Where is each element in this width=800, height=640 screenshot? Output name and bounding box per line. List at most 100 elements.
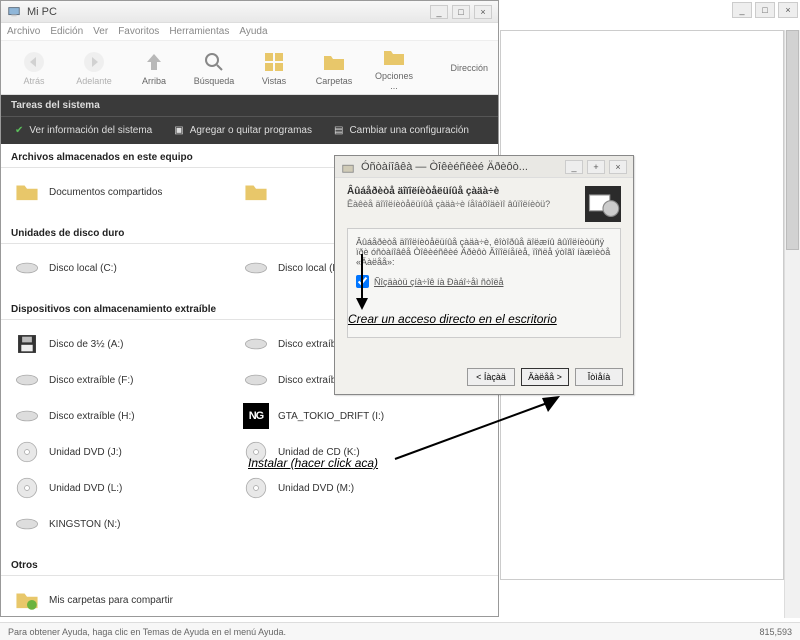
- share-folder-icon: [13, 586, 41, 614]
- maximize-button[interactable]: □: [452, 5, 470, 19]
- item-shared-docs[interactable]: Documentos compartidos: [11, 174, 240, 210]
- scrollbar-thumb[interactable]: [786, 30, 799, 250]
- item-dvd-j[interactable]: Unidad DVD (J:): [11, 434, 240, 470]
- search-icon: [202, 50, 226, 74]
- folders-icon: [322, 50, 346, 74]
- search-button[interactable]: Búsqueda: [191, 50, 237, 86]
- item-label: GTA_TOKIO_DRIFT (I:): [278, 411, 384, 422]
- close-button[interactable]: ×: [474, 5, 492, 19]
- dialog-titlebar: Óñòàíîâêà — Òîêèéñêèé Äðèôò... _ + ×: [335, 156, 633, 178]
- sysinfo-link[interactable]: ✔Ver información del sistema: [15, 125, 152, 136]
- item-disk-f[interactable]: Disco extraíble (F:): [11, 362, 240, 398]
- direction-label: Dirección: [450, 63, 488, 73]
- installer-icon: [341, 160, 355, 174]
- drive-icon: [13, 254, 41, 282]
- views-label: Vistas: [262, 76, 286, 86]
- dvd-icon: [13, 438, 41, 466]
- drive-icon: [13, 366, 41, 394]
- item-label: Mis carpetas para compartir: [49, 595, 173, 606]
- back-dialog-button[interactable]: < Íàçàä: [467, 368, 515, 386]
- system-tasks-header: Tareas del sistema: [1, 95, 498, 117]
- drive-icon: [242, 254, 270, 282]
- item-disk-h[interactable]: Disco extraíble (H:): [11, 398, 240, 434]
- forward-icon: [82, 50, 106, 74]
- floppy-icon: [13, 330, 41, 358]
- forward-label: Adelante: [76, 76, 112, 86]
- minimize-button[interactable]: _: [430, 5, 448, 19]
- item-label: Unidad DVD (M:): [278, 483, 354, 494]
- back-icon: [22, 50, 46, 74]
- statusbar: Para obtener Ayuda, haga clic en Temas d…: [0, 622, 800, 640]
- folder-icon: [242, 178, 270, 206]
- status-coords: 815,593: [759, 627, 792, 637]
- dialog-title: Óñòàíîâêà — Òîêèéñêèé Äðèôò...: [361, 161, 528, 173]
- ng-icon: NG: [242, 402, 270, 430]
- menu-archivo[interactable]: Archivo: [7, 26, 40, 37]
- menu-herramientas[interactable]: Herramientas: [169, 26, 229, 37]
- options-button[interactable]: Opciones ...: [371, 45, 417, 91]
- forward-button[interactable]: Adelante: [71, 50, 117, 86]
- item-label: Unidad DVD (L:): [49, 483, 122, 494]
- folder-icon: [13, 178, 41, 206]
- item-label: Disco extraíble (H:): [49, 411, 135, 422]
- item-kingston-n[interactable]: KINGSTON (N:): [11, 506, 240, 542]
- menu-ver[interactable]: Ver: [93, 26, 108, 37]
- options-label: Opciones ...: [371, 71, 417, 91]
- titlebar: Mi PC _ □ ×: [1, 1, 498, 23]
- item-label: Disco local (C:): [49, 263, 117, 274]
- views-button[interactable]: Vistas: [251, 50, 297, 86]
- item-disk-i[interactable]: NG GTA_TOKIO_DRIFT (I:): [240, 398, 469, 434]
- installer-dialog: Óñòàíîâêà — Òîêèéñêèé Äðèôò... _ + × Âûá…: [334, 155, 634, 395]
- cancel-dialog-button[interactable]: Îòìåíà: [575, 368, 623, 386]
- item-label: Unidad DVD (J:): [49, 447, 122, 458]
- status-help-text: Para obtener Ayuda, haga clic en Temas d…: [8, 627, 286, 637]
- up-button[interactable]: Arriba: [131, 50, 177, 86]
- back-button[interactable]: Atrás: [11, 50, 57, 86]
- section-other: Otros: [1, 552, 498, 576]
- item-label: KINGSTON (N:): [49, 519, 120, 530]
- item-floppy-a[interactable]: Disco de 3½ (A:): [11, 326, 240, 362]
- item-share-folders[interactable]: Mis carpetas para compartir: [11, 582, 240, 614]
- dialog-body: Âûáåðèòå äîïîëíèòåëüíûå çàäà÷è Êàêèå äîï…: [335, 178, 633, 346]
- item-dvd-m[interactable]: Unidad DVD (M:): [240, 470, 469, 506]
- desktop-shortcut-checkbox[interactable]: [356, 275, 369, 288]
- item-label: Documentos compartidos: [49, 187, 162, 198]
- dialog-plus-button[interactable]: +: [587, 160, 605, 174]
- back-label: Atrás: [23, 76, 44, 86]
- dialog-subheading: Êàêèå äîïîëíèòåëüíûå çàäà÷è íåîáõîäèìî â…: [347, 199, 575, 209]
- item-disk-c[interactable]: Disco local (C:): [11, 250, 240, 286]
- changesettings-link[interactable]: ▤Cambiar una configuración: [334, 125, 469, 136]
- box-icon: ▣: [174, 125, 183, 136]
- installer-hero-icon: [585, 186, 621, 222]
- drive-icon: [13, 510, 41, 538]
- outer-scrollbar[interactable]: [784, 30, 800, 618]
- dialog-close-button[interactable]: ×: [609, 160, 627, 174]
- outer-minimize-button[interactable]: _: [732, 2, 752, 18]
- menu-ayuda[interactable]: Ayuda: [239, 26, 267, 37]
- item-cd-k[interactable]: Unidad de CD (K:): [240, 434, 469, 470]
- item-dvd-l[interactable]: Unidad DVD (L:): [11, 470, 240, 506]
- menu-edicion[interactable]: Edición: [50, 26, 83, 37]
- outer-maximize-button[interactable]: □: [755, 2, 775, 18]
- drive-icon: [242, 366, 270, 394]
- item-label: Unidad de CD (K:): [278, 447, 360, 458]
- cd-icon: [242, 438, 270, 466]
- drive-icon: [13, 402, 41, 430]
- next-dialog-button[interactable]: Äàëåå >: [521, 368, 569, 386]
- dvd-icon: [13, 474, 41, 502]
- item-label: Disco extraíble (F:): [49, 375, 133, 386]
- search-label: Búsqueda: [194, 76, 235, 86]
- outer-close-button[interactable]: ×: [778, 2, 798, 18]
- settings-icon: ▤: [334, 125, 343, 136]
- checkbox-label: Ñîçäàòü çíà÷îê íà Ðàáî÷åì ñòîëå: [374, 277, 503, 287]
- folders-label: Carpetas: [316, 76, 353, 86]
- folders-button[interactable]: Carpetas: [311, 50, 357, 86]
- dialog-paragraph: Âûáåðèòå äîïîëíèòåëüíûå çàäà÷è, êîòîðûå …: [356, 237, 612, 267]
- mypc-icon: [7, 5, 21, 19]
- toolbar: Atrás Adelante Arriba Búsqueda Vistas Ca…: [1, 41, 498, 95]
- window-title: Mi PC: [27, 6, 57, 18]
- addremove-link[interactable]: ▣Agregar o quitar programas: [174, 125, 312, 136]
- menu-favoritos[interactable]: Favoritos: [118, 26, 159, 37]
- dialog-minimize-button[interactable]: _: [565, 160, 583, 174]
- dialog-frame: Âûáåðèòå äîïîëíèòåëüíûå çàäà÷è, êîòîðûå …: [347, 228, 621, 338]
